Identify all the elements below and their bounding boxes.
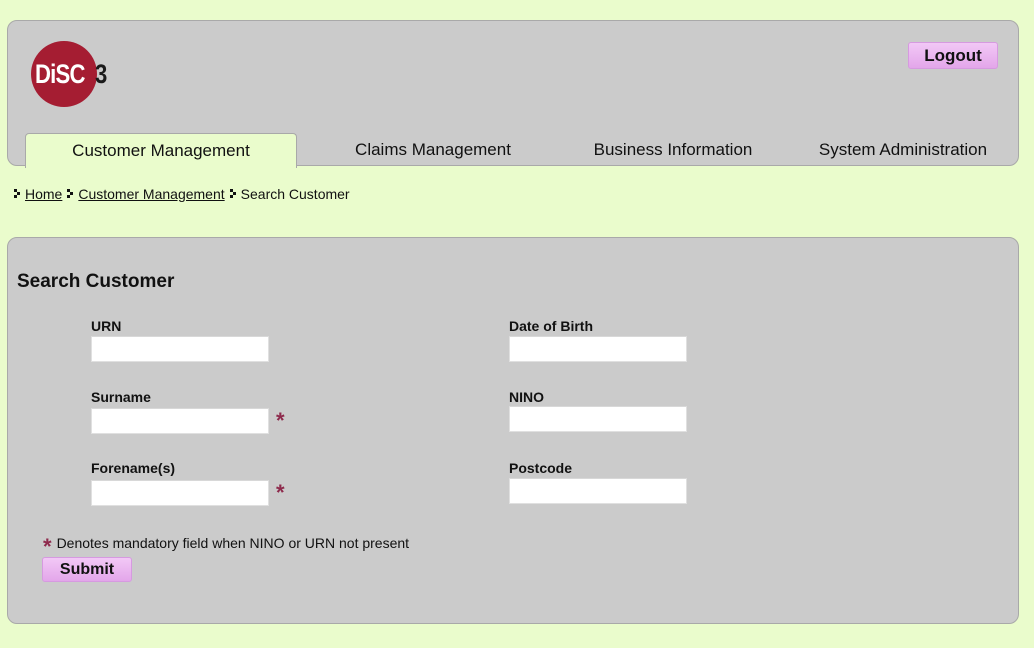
forenames-label: Forename(s) — [91, 460, 176, 476]
disc3-logo: DiSC 3 — [31, 41, 151, 109]
nino-input[interactable] — [509, 406, 687, 432]
urn-input[interactable] — [91, 336, 269, 362]
header-panel: DiSC 3 Logout Customer Management Claims… — [7, 20, 1019, 168]
breadcrumb-current: Search Customer — [240, 186, 350, 202]
breadcrumb: Home Customer Management Search Customer — [9, 186, 350, 202]
mandatory-note-text: Denotes mandatory field when NINO or URN… — [56, 535, 410, 551]
logo-number: 3 — [95, 59, 108, 89]
main-tabs: Customer Management Claims Management Bu… — [25, 133, 1015, 168]
postcode-label: Postcode — [509, 460, 573, 476]
required-star-icon: * — [276, 408, 285, 433]
search-customer-panel: Search Customer URN Surname * Forename(s… — [7, 237, 1019, 624]
dob-input[interactable] — [509, 336, 687, 362]
dob-label: Date of Birth — [509, 318, 593, 334]
surname-input[interactable] — [91, 408, 269, 434]
tab-claims-management[interactable]: Claims Management — [313, 133, 553, 167]
forenames-input[interactable] — [91, 480, 269, 506]
breadcrumb-separator-icon — [228, 188, 238, 200]
logout-button[interactable]: Logout — [908, 42, 998, 69]
nino-label: NINO — [509, 389, 544, 405]
breadcrumb-separator-icon — [65, 188, 75, 200]
tab-customer-management[interactable]: Customer Management — [25, 133, 297, 168]
postcode-input[interactable] — [509, 478, 687, 504]
tab-system-administration[interactable]: System Administration — [793, 133, 1013, 167]
breadcrumb-home-link[interactable]: Home — [25, 186, 62, 202]
logo-text: DiSC — [35, 59, 85, 89]
page-title: Search Customer — [17, 271, 175, 292]
submit-button[interactable]: Submit — [42, 557, 132, 582]
breadcrumb-separator-icon — [12, 188, 22, 200]
required-star-icon: * — [276, 480, 285, 505]
urn-label: URN — [91, 318, 122, 334]
tab-business-information[interactable]: Business Information — [553, 133, 793, 167]
surname-label: Surname — [91, 389, 151, 405]
breadcrumb-customer-management-link[interactable]: Customer Management — [78, 186, 224, 202]
required-star-icon: * — [43, 534, 52, 559]
